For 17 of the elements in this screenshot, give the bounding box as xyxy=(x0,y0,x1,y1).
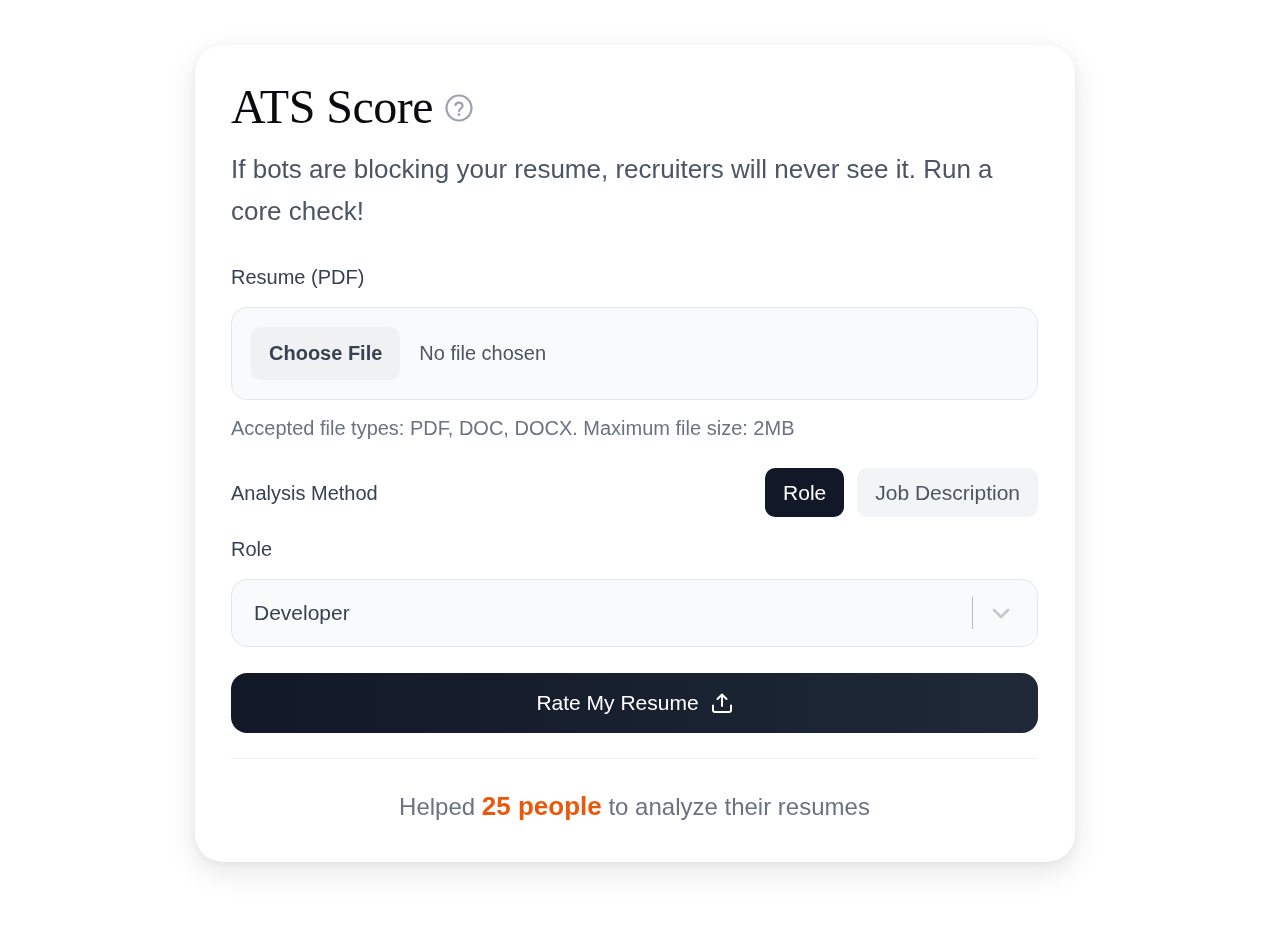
file-input-field[interactable]: Choose File No file chosen xyxy=(231,307,1038,400)
card-title: ATS Score xyxy=(231,81,434,133)
upload-icon xyxy=(710,692,733,714)
field-label: Analysis Method xyxy=(231,480,378,506)
help-icon[interactable] xyxy=(445,94,474,122)
method-toggle[interactable]: Role xyxy=(765,468,845,517)
role-select[interactable]: Developer xyxy=(231,579,1038,647)
file-hint-text: Accepted file types: PDF, DOC, DOCX. Maximum file size: 2MB xyxy=(231,416,796,441)
chevron-down-icon xyxy=(992,607,1010,619)
footer-text: Helped 25 people to analyze their resumes xyxy=(398,790,871,823)
description-text: If bots are blocking your resume, recruiters will never see it. Run a core check! xyxy=(231,153,994,228)
field-label: Resume (PDF) xyxy=(231,265,366,290)
method-toggle[interactable]: Job Description xyxy=(857,468,1038,517)
file-status-text: No file chosen xyxy=(419,342,547,365)
field-label: Role xyxy=(231,537,274,562)
rate-resume-button[interactable]: Rate My Resume xyxy=(231,673,1038,733)
choose-file-button[interactable]: Choose File xyxy=(251,327,401,380)
